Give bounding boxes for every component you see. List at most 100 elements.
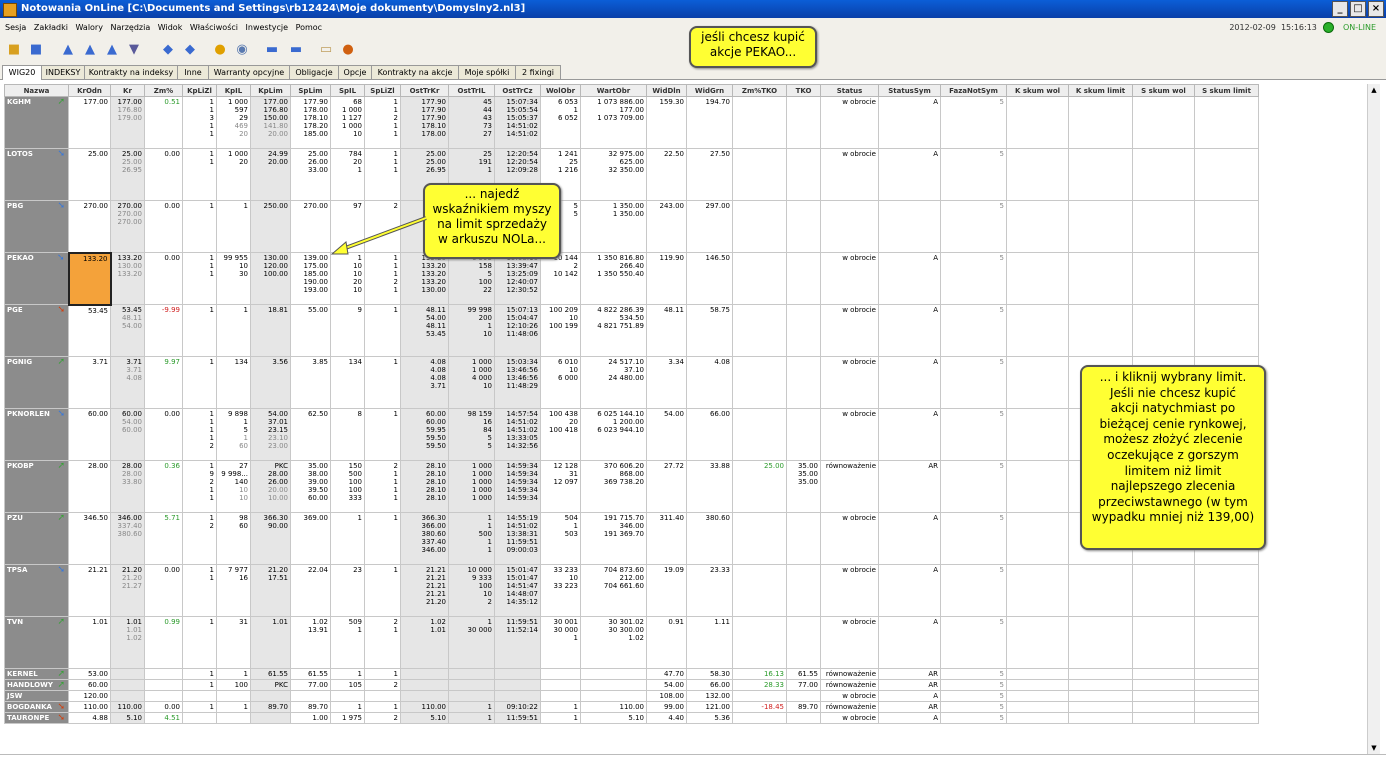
cell-tko[interactable]	[786, 564, 821, 617]
cell-wgr[interactable]: 146.50	[686, 252, 733, 305]
grid-cell-empty[interactable]	[1068, 668, 1133, 680]
cell-kr[interactable]: 133.20 130.00 133.20	[110, 252, 145, 305]
column-header[interactable]: FazaNotSym	[940, 84, 1007, 97]
cell-kpliz[interactable]: 1	[182, 679, 217, 691]
cell-spil[interactable]: 134	[330, 356, 365, 409]
cell-tko[interactable]	[786, 690, 821, 702]
cell-status[interactable]: w obrocie	[820, 356, 879, 409]
grid-cell-empty[interactable]	[1194, 679, 1259, 691]
cell-zm[interactable]: 0.00	[144, 408, 183, 461]
cell-krodn[interactable]: 270.00	[68, 200, 111, 253]
cell-kr[interactable]: 53.45 48.11 54.00	[110, 304, 145, 357]
cell-spliz[interactable]: 11121	[364, 252, 401, 305]
cell-tko[interactable]: 35.00 35.00 35.00	[786, 460, 821, 513]
grid-cell-empty[interactable]	[1006, 200, 1069, 253]
grid-cell-empty[interactable]	[1132, 616, 1195, 669]
cell-kpliz[interactable]: 11311	[182, 96, 217, 149]
grid-cell-empty[interactable]	[1006, 148, 1069, 201]
cell-splim[interactable]: 55.00	[290, 304, 331, 357]
grid-cell-empty[interactable]	[1194, 148, 1259, 201]
grid-cell-empty[interactable]	[1194, 252, 1259, 305]
cell-spil[interactable]: 23	[330, 564, 365, 617]
cell-status[interactable]: w obrocie	[820, 712, 879, 724]
grid-cell-empty[interactable]	[1194, 712, 1259, 724]
cell-ostcz[interactable]	[494, 690, 541, 702]
cell-kplim[interactable]	[250, 690, 291, 702]
cell-krodn[interactable]: 60.00	[68, 679, 111, 691]
menu-sesja[interactable]: Sesja	[5, 23, 26, 32]
cell-zmtko[interactable]	[732, 690, 787, 702]
grid-cell-empty[interactable]	[1194, 564, 1259, 617]
grid-cell-empty[interactable]	[1194, 690, 1259, 702]
tab-moje-spolki[interactable]: Moje spółki	[458, 65, 516, 79]
grid-cell-empty[interactable]	[1194, 200, 1259, 253]
cell-zmtko[interactable]	[732, 512, 787, 565]
cell-status[interactable]: w obrocie	[820, 304, 879, 357]
cell-ostcz[interactable]: 11:59:51 11:52:14	[494, 616, 541, 669]
grid-cell-empty[interactable]	[1006, 408, 1069, 461]
cell-wart[interactable]: 30 301.02 30 300.00 1.02	[580, 616, 647, 669]
cell-wart[interactable]: 1 073 886.00 177.00 1 073 709.00	[580, 96, 647, 149]
cell-kplim[interactable]: 24.99 20.00	[250, 148, 291, 201]
cell-wdl[interactable]: 54.00	[646, 679, 687, 691]
cell-ss[interactable]: A	[878, 690, 941, 702]
cell-wol[interactable]: 12 128 31 12 097	[540, 460, 581, 513]
cell-kpliz[interactable]	[182, 690, 217, 702]
grid-cell-empty[interactable]	[1194, 96, 1259, 149]
cell-wart[interactable]: 32 975.00 625.00 32 350.00	[580, 148, 647, 201]
wallet-icon[interactable]: ▭	[318, 42, 334, 58]
cell-wol[interactable]: 10 144 2 10 142	[540, 252, 581, 305]
cell-spil[interactable]	[330, 690, 365, 702]
cell-zmtko[interactable]: 28.33	[732, 679, 787, 691]
filter2-icon[interactable]: ◆	[182, 42, 198, 58]
cell-ostkr[interactable]: 21.21 21.21 21.21 21.21 21.20	[400, 564, 449, 617]
cell-wol[interactable]: 504 1 503	[540, 512, 581, 565]
column-header[interactable]: SpLiZl	[364, 84, 401, 97]
cell-wol[interactable]	[540, 690, 581, 702]
cell-wol[interactable]: 100 209 10 100 199	[540, 304, 581, 357]
grid-cell-empty[interactable]	[1006, 460, 1069, 513]
grid-cell-empty[interactable]	[1068, 304, 1133, 357]
cell-spil[interactable]: 1	[330, 668, 365, 680]
cell-kr[interactable]: 5.10	[110, 712, 145, 724]
cell-tko[interactable]: 61.55	[786, 668, 821, 680]
cell-fz[interactable]: 5	[940, 356, 1007, 409]
cell-kpil[interactable]: 1	[216, 701, 251, 713]
cell-wol[interactable]: 1	[540, 712, 581, 724]
cell-wdl[interactable]: 108.00	[646, 690, 687, 702]
cell-zmtko[interactable]	[732, 356, 787, 409]
cell-wdl[interactable]: 48.11	[646, 304, 687, 357]
cell-splim[interactable]: 1.00	[290, 712, 331, 724]
grid-cell-empty[interactable]	[1132, 148, 1195, 201]
grid-cell-empty[interactable]	[1068, 200, 1133, 253]
instrument-name[interactable]: PGE ➘	[4, 304, 69, 357]
cell-kpil[interactable]	[216, 712, 251, 724]
cell-splim[interactable]: 62.50	[290, 408, 331, 461]
grid-cell-empty[interactable]	[1132, 564, 1195, 617]
column-header[interactable]: Nazwa	[4, 84, 69, 97]
column-header[interactable]: K skum wol	[1006, 84, 1069, 97]
cell-kplim[interactable]: 366.30 90.00	[250, 512, 291, 565]
cell-ostcz[interactable]: 15:07:13 15:04:47 12:10:26 11:48:06	[494, 304, 541, 357]
cell-zm[interactable]: 0.00	[144, 148, 183, 201]
tab-inne[interactable]: Inne	[177, 65, 209, 79]
cell-kr[interactable]: 1.01 1.01 1.02	[110, 616, 145, 669]
cell-kpliz[interactable]: 11	[182, 148, 217, 201]
cell-ostcz[interactable]: 15:01:47 15:01:47 14:51:47 14:48:07 14:35:12	[494, 564, 541, 617]
cell-wol[interactable]: 30 001 30 000 1	[540, 616, 581, 669]
cell-zm[interactable]: 0.00	[144, 564, 183, 617]
cell-ostil[interactable]: 1	[448, 712, 495, 724]
grid-cell-empty[interactable]	[1068, 252, 1133, 305]
table-row[interactable]: TVN ➚ 1.01 1.01 1.01 1.02 0.99 1 31 1.01 1.02 13.91…	[4, 616, 1259, 669]
cell-krodn[interactable]: 346.50	[68, 512, 111, 565]
cell-wart[interactable]: 24 517.10 37.10 24 480.00	[580, 356, 647, 409]
cell-ostil[interactable]: 1	[448, 701, 495, 713]
grid-cell-empty[interactable]	[1006, 512, 1069, 565]
chart2-icon[interactable]: ▲	[82, 42, 98, 58]
cell-ss[interactable]: A	[878, 616, 941, 669]
cell-zm[interactable]: 0.00	[144, 200, 183, 253]
cell-fz[interactable]: 5	[940, 148, 1007, 201]
cell-kr[interactable]: 110.00	[110, 701, 145, 713]
cell-ostkr[interactable]	[400, 679, 449, 691]
tab-indeksy[interactable]: INDEKSY	[41, 65, 85, 79]
